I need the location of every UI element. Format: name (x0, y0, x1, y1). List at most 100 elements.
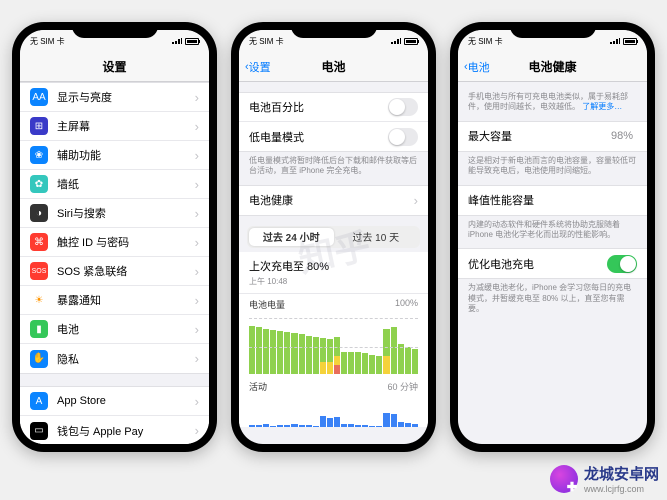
last-charge-title: 上次充电至 80% (239, 252, 428, 276)
row-label: 主屏幕 (57, 118, 195, 134)
back-label: 设置 (249, 59, 271, 75)
chevron-right-icon: › (195, 235, 199, 250)
settings-row[interactable]: ⊞ 主屏幕› (20, 112, 209, 141)
chevron-right-icon: › (195, 351, 199, 366)
row-icon: ✿ (30, 175, 48, 193)
seg-24h[interactable]: 过去 24 小时 (249, 228, 334, 246)
settings-row[interactable]: ▮ 电池› (20, 315, 209, 344)
learn-more-link[interactable]: 了解更多… (582, 102, 622, 111)
row-icon: ❀ (30, 146, 48, 164)
chevron-right-icon: › (195, 119, 199, 134)
notch (291, 22, 377, 38)
chevron-right-icon: › (195, 293, 199, 308)
row-label: 墙纸 (57, 176, 195, 192)
sim-status: 无 SIM 卡 (249, 36, 284, 47)
chevron-right-icon: › (195, 206, 199, 221)
navbar: ‹ 设置 电池 (239, 52, 428, 82)
max-capacity-value: 98% (611, 130, 633, 142)
row-label: 钱包与 Apple Pay (57, 423, 195, 439)
back-label: 电池 (468, 59, 490, 75)
brand-logo-icon (550, 465, 578, 493)
row-icon: ▮ (30, 320, 48, 338)
switch-optimized-charging[interactable] (607, 255, 637, 273)
row-icon: ☀ (30, 291, 48, 309)
notch (510, 22, 596, 38)
sim-status: 无 SIM 卡 (30, 36, 65, 47)
sim-status: 无 SIM 卡 (468, 36, 503, 47)
level-ylabel-100: 100% (395, 298, 418, 311)
row-icon: A (30, 392, 48, 410)
phone-battery: 无 SIM 卡 ‹ 设置 电池 电池百分比 低电量模式 (231, 22, 436, 452)
notch (72, 22, 158, 38)
brand-name: 龙城安卓网 (584, 466, 659, 483)
settings-row[interactable]: SOSSOS 紧急联络› (20, 257, 209, 286)
optimized-charging-label: 优化电池充电 (468, 256, 607, 272)
low-power-label: 低电量模式 (249, 129, 388, 145)
row-max-capacity: 最大容量 98% (458, 122, 647, 151)
chevron-right-icon: › (195, 423, 199, 438)
chevron-right-icon: › (195, 148, 199, 163)
chevron-right-icon: › (195, 90, 199, 105)
chevron-right-icon: › (195, 177, 199, 192)
chevron-right-icon: › (414, 193, 418, 208)
chevron-right-icon: › (195, 322, 199, 337)
level-chart-title: 电池电量 (249, 298, 285, 311)
optimized-charging-note: 为减缓电池老化，iPhone 会学习您每日的充电模式，并暂缓充电至 80% 以上… (458, 279, 647, 322)
activity-chart (249, 397, 418, 427)
settings-row[interactable]: ⌘ 触控 ID 与密码› (20, 228, 209, 257)
chevron-right-icon: › (195, 394, 199, 409)
peak-performance-note: 内建的动态软件和硬件系统将协助克服随着 iPhone 电池化学老化而出现的性能影… (458, 216, 647, 249)
battery-percent-label: 电池百分比 (249, 99, 388, 115)
settings-row[interactable]: ☀ 暴露通知› (20, 286, 209, 315)
settings-row[interactable]: AA显示与亮度› (20, 83, 209, 112)
settings-row[interactable]: ❀ 辅助功能› (20, 141, 209, 170)
low-power-note: 低电量模式将暂时降低后台下载和邮件获取等后台活动，直至 iPhone 完全充电。 (239, 152, 428, 185)
last-charge-time: 上午 10:48 (239, 276, 428, 294)
back-button[interactable]: ‹ 电池 (464, 59, 490, 75)
row-icon: AA (30, 88, 48, 106)
battery-icon (623, 38, 637, 45)
segmented-control[interactable]: 过去 24 小时 过去 10 天 (247, 226, 420, 248)
row-label: 电池 (57, 321, 195, 337)
seg-10d[interactable]: 过去 10 天 (334, 228, 419, 246)
row-icon: ✋ (30, 350, 48, 368)
row-label: App Store (57, 395, 195, 407)
brand-url: www.lcjrfg.com (584, 484, 659, 494)
battery-icon (185, 38, 199, 45)
page-title: 电池健康 (528, 58, 576, 75)
settings-row[interactable]: ▭ 钱包与 Apple Pay› (20, 416, 209, 444)
row-icon: ⌘ (30, 233, 48, 251)
row-label: 触控 ID 与密码 (57, 234, 195, 250)
row-peak-performance: 峰值性能容量 (458, 186, 647, 215)
row-icon: ◑ (30, 204, 48, 222)
row-icon: ⊞ (30, 117, 48, 135)
settings-row[interactable]: A App Store› (20, 387, 209, 416)
switch-battery-percent[interactable] (388, 98, 418, 116)
navbar: 设置 (20, 52, 209, 82)
row-label: SOS 紧急联络 (57, 263, 195, 279)
row-battery-health[interactable]: 电池健康 › (239, 186, 428, 215)
page-title: 电池 (321, 58, 345, 75)
battery-icon (404, 38, 418, 45)
intro-note: 手机电池与所有可充电电池类似，属于易耗部件，使用时间越长，电效越低。 了解更多… (458, 88, 647, 121)
row-label: 暴露通知 (57, 292, 195, 308)
row-battery-percent[interactable]: 电池百分比 (239, 93, 428, 122)
signal-icon (391, 38, 401, 44)
switch-low-power[interactable] (388, 128, 418, 146)
battery-health-label: 电池健康 (249, 192, 414, 208)
site-brand: 龙城安卓网 www.lcjrfg.com (550, 463, 659, 494)
back-button[interactable]: ‹ 设置 (245, 59, 271, 75)
page-title: 设置 (102, 58, 126, 75)
max-capacity-label: 最大容量 (468, 128, 611, 144)
settings-row[interactable]: ✿ 墙纸› (20, 170, 209, 199)
row-label: 辅助功能 (57, 147, 195, 163)
signal-icon (172, 38, 182, 44)
peak-performance-label: 峰值性能容量 (468, 192, 637, 208)
activity-ylabel-60: 60 分钟 (387, 380, 418, 393)
row-low-power[interactable]: 低电量模式 (239, 122, 428, 151)
settings-row[interactable]: ◑Siri与搜索› (20, 199, 209, 228)
activity-chart-title: 活动 (249, 380, 267, 393)
row-optimized-charging[interactable]: 优化电池充电 (458, 249, 647, 278)
row-icon: ▭ (30, 422, 48, 440)
settings-row[interactable]: ✋隐私› (20, 344, 209, 373)
